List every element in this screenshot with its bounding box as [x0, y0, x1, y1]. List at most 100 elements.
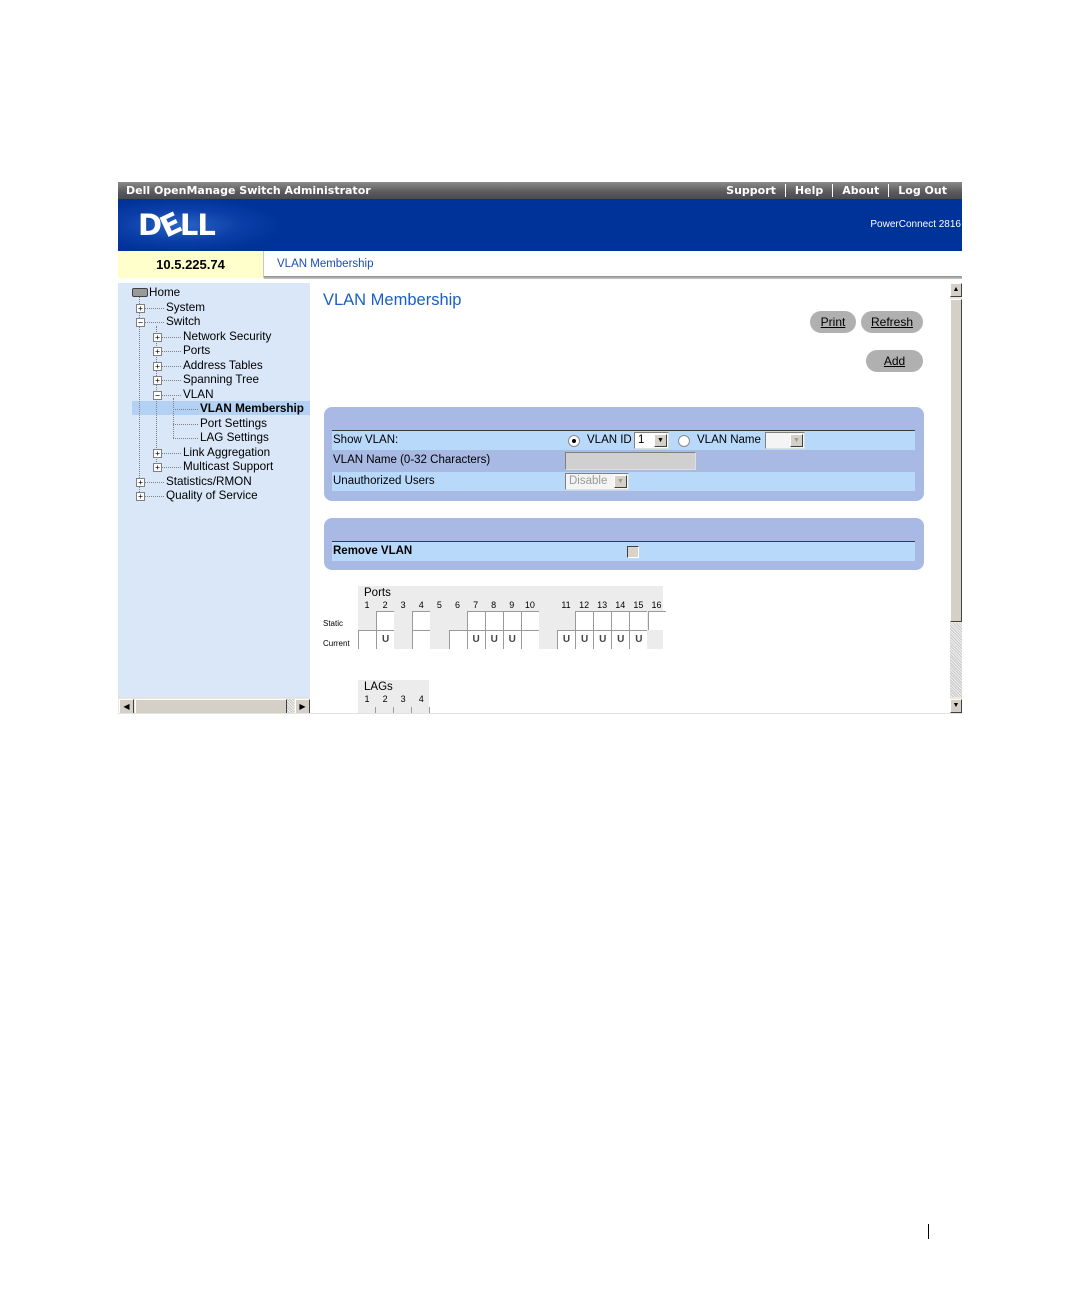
- tree-connector: [162, 380, 181, 381]
- collapse-icon[interactable]: −: [153, 390, 162, 400]
- current-port-cell[interactable]: U: [629, 630, 648, 649]
- vlan-name-select[interactable]: ▼: [765, 432, 805, 449]
- vlan-name-row: VLAN Name (0-32 Characters): [332, 451, 915, 470]
- vlan-id-radio[interactable]: [568, 435, 580, 447]
- vlan-name-radio[interactable]: [678, 435, 690, 447]
- vlan-name-input[interactable]: [565, 452, 696, 470]
- expand-icon[interactable]: +: [136, 477, 145, 487]
- sidebar-item-label: Quality of Service: [166, 489, 258, 502]
- unauthorized-users-row: Unauthorized Users Disable ▼: [332, 472, 915, 491]
- static-port-cell[interactable]: [629, 611, 648, 630]
- sidebar-item-port-settings[interactable]: Port Settings: [200, 417, 267, 431]
- expand-icon[interactable]: +: [153, 347, 162, 356]
- static-port-cell[interactable]: [358, 611, 375, 629]
- static-port-cell[interactable]: [611, 611, 630, 630]
- sidebar-item-vlan[interactable]: VLAN: [183, 388, 214, 402]
- current-port-cell[interactable]: [448, 630, 467, 649]
- sidebar-item-label: Address Tables: [183, 358, 263, 372]
- current-port-cell[interactable]: U: [575, 630, 594, 649]
- about-link[interactable]: About: [833, 182, 888, 199]
- expand-icon[interactable]: +: [136, 492, 145, 501]
- sidebar-item-link-aggregation[interactable]: Link Aggregation: [183, 446, 270, 460]
- sidebar-item-address-tables[interactable]: Address Tables: [183, 359, 263, 373]
- expand-icon[interactable]: +: [153, 376, 162, 385]
- sidebar-item-statistics-rmon[interactable]: Statistics/RMON: [166, 475, 252, 489]
- sidebar-item-multicast-support[interactable]: Multicast Support: [183, 460, 273, 474]
- sidebar-item-quality-of-service[interactable]: Quality of Service: [166, 489, 258, 503]
- vlan-id-select[interactable]: 1 ▼: [634, 432, 669, 449]
- scroll-down-icon[interactable]: ▼: [950, 699, 962, 713]
- current-port-cell[interactable]: [648, 630, 665, 648]
- static-port-cell[interactable]: [430, 611, 447, 629]
- scroll-right-icon[interactable]: ▶: [295, 699, 310, 713]
- unauthorized-users-label: Unauthorized Users: [333, 475, 435, 487]
- print-button[interactable]: Print: [810, 311, 856, 333]
- scroll-left-icon[interactable]: ◀: [119, 699, 134, 713]
- frame-bottom-edge: [118, 713, 962, 714]
- sidebar-item-label: Spanning Tree: [183, 373, 260, 386]
- expand-icon[interactable]: +: [153, 448, 162, 458]
- logout-link[interactable]: Log Out: [889, 182, 956, 199]
- expand-icon[interactable]: +: [153, 463, 162, 472]
- sidebar-item-label: Network Security: [183, 329, 272, 343]
- collapse-icon[interactable]: −: [136, 318, 145, 327]
- vertical-scrollbar[interactable]: ▲ ▼: [950, 283, 962, 713]
- static-port-cell[interactable]: [394, 611, 411, 629]
- sidebar-item-lag-settings[interactable]: LAG Settings: [200, 431, 269, 445]
- expand-icon[interactable]: +: [153, 332, 162, 342]
- help-link[interactable]: Help: [786, 182, 832, 199]
- current-port-cell[interactable]: [412, 630, 431, 649]
- current-port-cell[interactable]: U: [593, 630, 612, 649]
- expand-icon[interactable]: +: [136, 303, 145, 313]
- expand-icon[interactable]: +: [153, 361, 162, 371]
- scroll-up-icon[interactable]: ▲: [950, 283, 962, 297]
- current-port-cell[interactable]: [430, 630, 447, 648]
- scroll-thumb[interactable]: [135, 699, 287, 713]
- static-port-cell[interactable]: [593, 611, 612, 630]
- horizontal-scrollbar[interactable]: ◀ ▶: [118, 697, 310, 713]
- static-port-cell[interactable]: [557, 611, 574, 629]
- scroll-thumb[interactable]: [950, 299, 962, 622]
- sidebar-item-spanning-tree[interactable]: Spanning Tree: [183, 373, 259, 387]
- unauthorized-users-select[interactable]: Disable ▼: [565, 473, 629, 490]
- scroll-track[interactable]: [950, 623, 962, 697]
- tree-connector: [162, 351, 181, 352]
- static-port-cell[interactable]: [466, 611, 485, 630]
- current-port-cell[interactable]: U: [611, 630, 630, 649]
- sidebar-item-network-security[interactable]: Network Security: [183, 330, 271, 344]
- current-port-cell[interactable]: U: [376, 630, 395, 649]
- current-port-cell[interactable]: [358, 630, 376, 649]
- sidebar-item-ports[interactable]: Ports: [183, 344, 210, 358]
- scroll-track[interactable]: [287, 699, 294, 713]
- static-port-cell[interactable]: [376, 611, 395, 630]
- current-port-cell[interactable]: [520, 630, 539, 649]
- static-port-cell[interactable]: [502, 611, 521, 630]
- static-port-cell[interactable]: [412, 611, 431, 630]
- current-port-cell[interactable]: U: [502, 630, 521, 649]
- tree-connector: [162, 394, 181, 396]
- tree-connector: [145, 481, 164, 483]
- refresh-button[interactable]: Refresh: [861, 311, 923, 333]
- static-port-cell[interactable]: [575, 611, 594, 630]
- sidebar-item-label: Multicast Support: [183, 460, 274, 473]
- sidebar-item-label: Link Aggregation: [183, 445, 271, 459]
- add-button[interactable]: Add: [866, 350, 923, 372]
- current-port-cell[interactable]: U: [557, 630, 575, 649]
- lags-grid: LAGs 1 2 3 4: [358, 680, 431, 713]
- current-port-cell[interactable]: U: [484, 630, 503, 649]
- current-port-cell[interactable]: U: [466, 630, 485, 649]
- ports-grid: Ports 1 2 3 4 5 6 7 8 9 10 11 12 13 14 15 16 U U U U U U U U U: [358, 586, 666, 649]
- static-port-cell[interactable]: [647, 611, 666, 630]
- support-link[interactable]: Support: [717, 182, 785, 199]
- current-port-cell[interactable]: [394, 630, 411, 648]
- port-number: 10: [524, 600, 535, 610]
- sidebar-item-home[interactable]: Home: [149, 286, 180, 300]
- static-port-cell[interactable]: [520, 611, 539, 630]
- port-number: 7: [473, 600, 479, 610]
- sidebar-item-vlan-membership[interactable]: VLAN Membership: [200, 402, 304, 416]
- remove-vlan-checkbox[interactable]: [627, 546, 639, 558]
- sidebar-item-system[interactable]: System: [166, 301, 205, 315]
- sidebar-item-switch[interactable]: Switch: [166, 315, 200, 329]
- static-port-cell[interactable]: [449, 611, 466, 629]
- static-port-cell[interactable]: [484, 611, 503, 630]
